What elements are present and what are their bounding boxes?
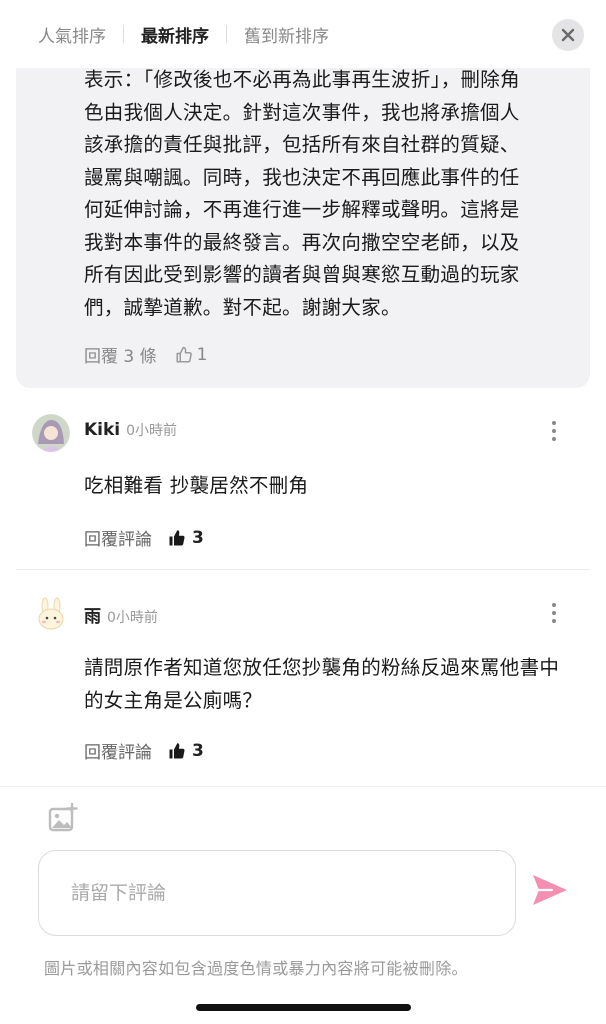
reply-line: 我對本事件的最終發言。再次向撒空空老師，以及 [84, 230, 520, 254]
like-count: 3 [192, 527, 204, 548]
thumbs-up-outline-icon [176, 346, 192, 362]
avatar[interactable] [32, 414, 70, 452]
reply-comment-button[interactable]: 回覆評論 [84, 525, 152, 550]
comment-item: 雨 0小時前 請問原作者知道您放任您抄襲角的粉絲反過來罵他書中的女主角是公廁嗎？… [16, 570, 590, 782]
image-add-button[interactable] [48, 802, 78, 833]
close-button[interactable] [552, 19, 584, 51]
send-button[interactable] [530, 870, 570, 914]
tab-newest[interactable]: 最新排序 [141, 22, 209, 47]
reply-line: 色由我個人決定。針對這次事件，我也將承擔個人 [84, 100, 520, 124]
reply-line: 謾罵與嘲諷。同時，我也決定不再回應此事件的任 [84, 165, 520, 189]
home-indicator [196, 1004, 411, 1011]
tab-separator [226, 25, 227, 43]
comment-input-wrapper [38, 850, 516, 936]
comment-text: 吃相難看 抄襲居然不刪角 [84, 474, 309, 497]
comment-time: 0小時前 [107, 610, 158, 626]
comment-composer: 圖片或相關內容如包含過度色情或暴力內容將可能被刪除。 [0, 786, 606, 1024]
replies-count-link[interactable]: 回覆 3 條 [84, 342, 157, 367]
comment-text: 請問原作者知道您放任您抄襲角的粉絲反過來罵他書中的女主角是公廁嗎？ [84, 656, 560, 712]
tab-separator [123, 25, 124, 43]
like-button[interactable]: 3 [168, 741, 204, 761]
reply-line: 該承擔的責任與批評，包括所有來自社群的質疑、 [84, 133, 520, 156]
comment-author[interactable]: Kiki [84, 420, 120, 440]
reply-card: 表示：「修改後也不必再為此事再生波折」，刪除角 色由我個人決定。針對這次事件，我… [16, 30, 590, 388]
close-icon [561, 28, 575, 42]
content-notice: 圖片或相關內容如包含過度色情或暴力內容將可能被刪除。 [44, 959, 468, 978]
comment-author[interactable]: 雨 [84, 602, 101, 627]
like-count: 1 [196, 344, 208, 365]
reply-line: 所有因此受到影響的讀者與曾與寒慾互動過的玩家 [84, 263, 520, 286]
reply-comment-button[interactable]: 回覆評論 [84, 738, 152, 763]
sort-tabs-header: 人氣排序 最新排序 舊到新排序 [0, 0, 606, 68]
tab-oldest[interactable]: 舊到新排序 [244, 22, 329, 47]
like-button[interactable]: 1 [175, 344, 208, 365]
avatar[interactable] [32, 596, 70, 634]
thumbs-up-filled-icon [169, 529, 185, 545]
tab-popular[interactable]: 人氣排序 [38, 22, 106, 47]
send-icon [533, 875, 567, 905]
kebab-menu-icon[interactable] [542, 601, 566, 625]
comment-time: 0小時前 [126, 423, 178, 439]
image-add-icon [48, 802, 78, 832]
comment-input[interactable] [71, 882, 483, 904]
comment-item: Kiki 0小時前 吃相難看 抄襲居然不刪角 回覆評論 3 [16, 388, 590, 570]
reply-line: 何延伸討論，不再進行進一步解釋或聲明。這將是 [84, 198, 520, 221]
like-count: 3 [192, 740, 204, 761]
thumbs-up-filled-icon [169, 742, 185, 758]
reply-text: 表示：「修改後也不必再為此事再生波折」，刪除角 色由我個人決定。針對這次事件，我… [84, 64, 574, 324]
reply-line: 們，誠摯道歉。對不起。謝謝大家。 [84, 295, 401, 319]
like-button[interactable]: 3 [168, 528, 204, 548]
reply-line: 表示：「修改後也不必再為此事再生波折」，刪除角 [84, 68, 520, 91]
comment-scroll-area[interactable]: 表示：「修改後也不必再為此事再生波折」，刪除角 色由我個人決定。針對這次事件，我… [0, 0, 606, 786]
kebab-menu-icon[interactable] [542, 419, 566, 443]
